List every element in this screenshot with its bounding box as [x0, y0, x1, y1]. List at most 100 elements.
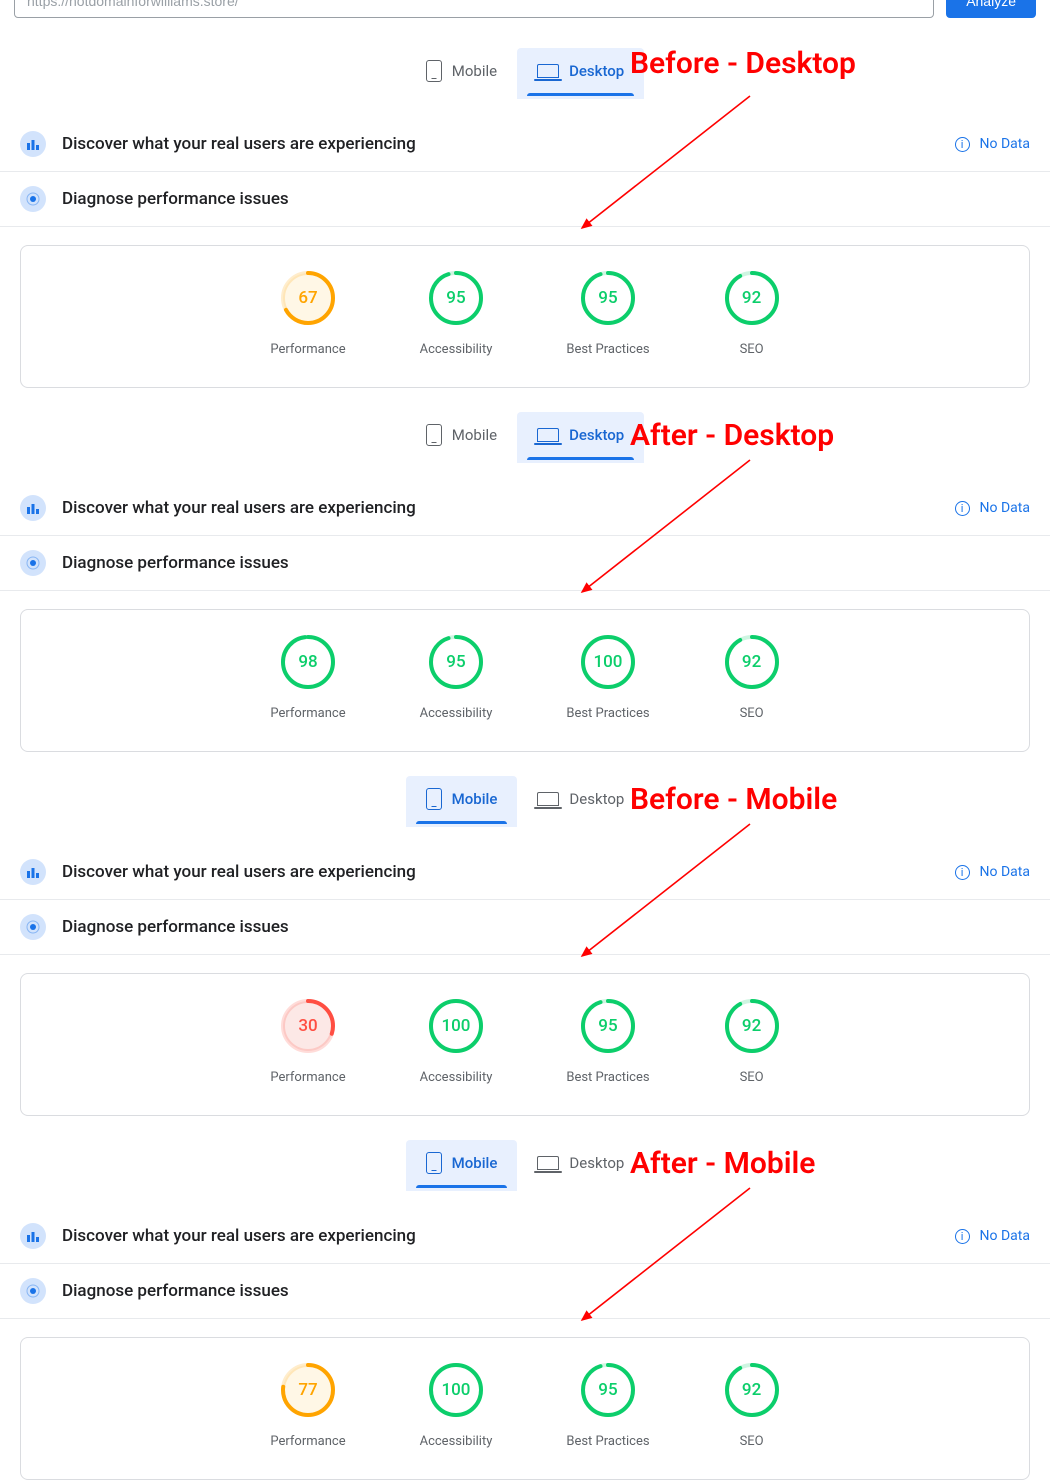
chart-icon	[20, 859, 46, 885]
section-title: Discover what your real users are experi…	[62, 862, 939, 882]
phone-icon	[426, 1152, 442, 1174]
gauge-ring-performance: 98	[280, 634, 336, 690]
no-data-label: No Data	[980, 500, 1030, 516]
tab-mobile-label: Mobile	[452, 426, 497, 444]
phone-icon	[426, 424, 442, 446]
tab-desktop[interactable]: Desktop	[517, 412, 644, 463]
gauge-accessibility[interactable]: 100 Accessibility	[420, 998, 493, 1085]
target-icon	[20, 186, 46, 212]
gauge-best_practices[interactable]: 95 Best Practices	[566, 270, 649, 357]
gauge-row: 30 Performance 100 Accessibility 95 Best…	[21, 998, 1029, 1085]
gauge-accessibility[interactable]: 95 Accessibility	[420, 634, 493, 721]
gauge-accessibility[interactable]: 100 Accessibility	[420, 1362, 493, 1449]
chart-icon	[20, 131, 46, 157]
gauge-ring-accessibility: 100	[428, 1362, 484, 1418]
section-header: Discover what your real users are experi…	[0, 481, 1050, 536]
gauge-row: 77 Performance 100 Accessibility 95 Best…	[21, 1362, 1029, 1449]
section-title: Discover what your real users are experi…	[62, 1226, 939, 1246]
gauge-seo[interactable]: 92 SEO	[724, 270, 780, 357]
gauge-label: Performance	[270, 706, 345, 721]
section-title: Discover what your real users are experi…	[62, 134, 939, 154]
gauge-best_practices[interactable]: 95 Best Practices	[566, 1362, 649, 1449]
gauge-value: 77	[280, 1362, 336, 1418]
tab-mobile[interactable]: Mobile	[406, 48, 517, 99]
gauge-label: Performance	[270, 1434, 345, 1449]
report-block-0: Mobile Desktop Before - Desktop Discover…	[0, 48, 1050, 388]
device-tabs: Mobile Desktop	[0, 1140, 1050, 1191]
gauge-value: 95	[580, 270, 636, 326]
gauge-seo[interactable]: 92 SEO	[724, 1362, 780, 1449]
section-header: Discover what your real users are experi…	[0, 845, 1050, 900]
gauge-label: Performance	[270, 342, 345, 357]
gauge-row: 98 Performance 95 Accessibility 100 Best…	[21, 634, 1029, 721]
section-title: Diagnose performance issues	[62, 189, 1030, 209]
gauge-value: 92	[724, 634, 780, 690]
analyze-button[interactable]: Analyze	[946, 0, 1036, 18]
gauge-performance[interactable]: 77 Performance	[270, 1362, 345, 1449]
gauge-value: 100	[428, 998, 484, 1054]
gauge-accessibility[interactable]: 95 Accessibility	[420, 270, 493, 357]
gauge-label: Best Practices	[566, 342, 649, 357]
gauge-ring-accessibility: 95	[428, 634, 484, 690]
info-icon: i	[955, 1229, 970, 1244]
tab-desktop[interactable]: Desktop	[517, 1140, 644, 1191]
section-title: Discover what your real users are experi…	[62, 498, 939, 518]
gauge-performance[interactable]: 67 Performance	[270, 270, 345, 357]
chart-icon	[20, 495, 46, 521]
laptop-icon	[537, 428, 559, 442]
target-icon	[20, 1278, 46, 1304]
no-data-label: No Data	[980, 1228, 1030, 1244]
gauge-best_practices[interactable]: 100 Best Practices	[566, 634, 649, 721]
laptop-icon	[537, 64, 559, 78]
report-block-2: Mobile Desktop Before - Mobile Discover …	[0, 776, 1050, 1116]
tab-desktop[interactable]: Desktop	[517, 48, 644, 99]
gauge-value: 98	[280, 634, 336, 690]
gauge-value: 95	[580, 1362, 636, 1418]
tab-mobile[interactable]: Mobile	[406, 776, 518, 827]
section-title: Diagnose performance issues	[62, 917, 1030, 937]
gauge-ring-best_practices: 95	[580, 270, 636, 326]
device-tabs: Mobile Desktop	[0, 48, 1050, 99]
gauge-value: 95	[428, 634, 484, 690]
section-header: Diagnose performance issues	[0, 536, 1050, 591]
gauge-value: 67	[280, 270, 336, 326]
section-title: Diagnose performance issues	[62, 1281, 1030, 1301]
device-tabs: Mobile Desktop	[0, 412, 1050, 463]
gauge-value: 92	[724, 270, 780, 326]
device-tabs: Mobile Desktop	[0, 776, 1050, 827]
no-data-label: No Data	[980, 136, 1030, 152]
info-icon: i	[955, 501, 970, 516]
tab-mobile-label: Mobile	[452, 62, 497, 80]
tab-desktop[interactable]: Desktop	[517, 776, 644, 827]
gauge-ring-accessibility: 100	[428, 998, 484, 1054]
tab-mobile-label: Mobile	[452, 1154, 498, 1172]
gauge-performance[interactable]: 30 Performance	[270, 998, 345, 1085]
gauge-ring-performance: 67	[280, 270, 336, 326]
tab-mobile[interactable]: Mobile	[406, 1140, 518, 1191]
gauge-label: Best Practices	[566, 706, 649, 721]
gauge-best_practices[interactable]: 95 Best Practices	[566, 998, 649, 1085]
tab-desktop-label: Desktop	[569, 426, 624, 444]
scores-panel: 98 Performance 95 Accessibility 100 Best…	[20, 609, 1030, 752]
no-data-indicator[interactable]: i No Data	[955, 136, 1030, 152]
laptop-icon	[537, 1156, 559, 1170]
gauge-value: 95	[580, 998, 636, 1054]
gauge-seo[interactable]: 92 SEO	[724, 634, 780, 721]
url-input[interactable]	[14, 0, 934, 18]
gauge-label: Performance	[270, 1070, 345, 1085]
section-title: Diagnose performance issues	[62, 553, 1030, 573]
no-data-indicator[interactable]: i No Data	[955, 864, 1030, 880]
section-header: Diagnose performance issues	[0, 172, 1050, 227]
gauge-seo[interactable]: 92 SEO	[724, 998, 780, 1085]
gauge-label: SEO	[724, 1434, 780, 1449]
gauge-performance[interactable]: 98 Performance	[270, 634, 345, 721]
tab-mobile[interactable]: Mobile	[406, 412, 517, 463]
gauge-row: 67 Performance 95 Accessibility 95 Best …	[21, 270, 1029, 357]
no-data-indicator[interactable]: i No Data	[955, 1228, 1030, 1244]
tab-desktop-label: Desktop	[569, 790, 624, 808]
no-data-indicator[interactable]: i No Data	[955, 500, 1030, 516]
gauge-label: Accessibility	[420, 1434, 493, 1449]
gauge-label: Accessibility	[420, 342, 493, 357]
gauge-ring-performance: 77	[280, 1362, 336, 1418]
section-header: Diagnose performance issues	[0, 900, 1050, 955]
